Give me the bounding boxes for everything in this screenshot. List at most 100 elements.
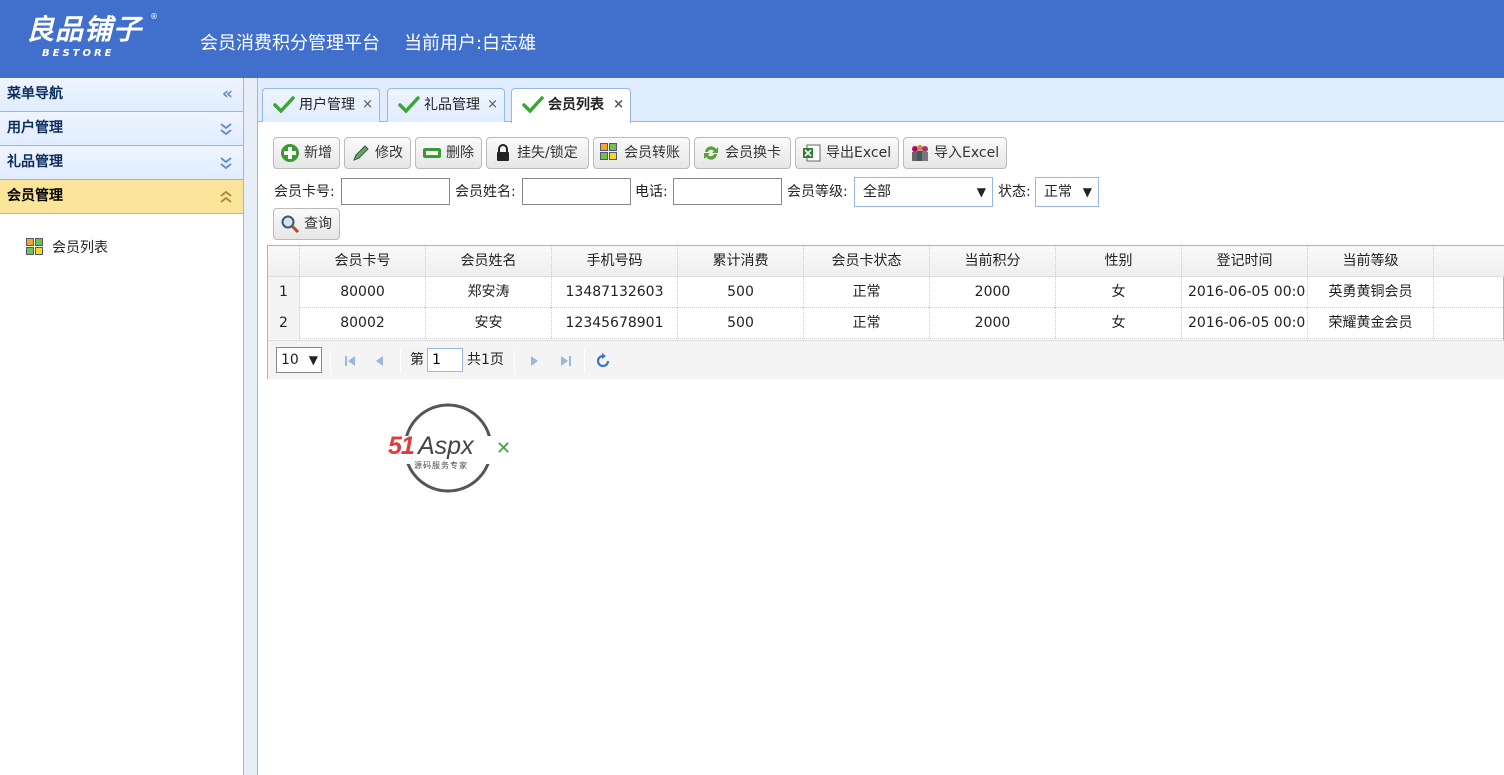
watermark-brand-51: 51 — [388, 432, 415, 460]
table-header: 会员卡号 会员姓名 手机号码 累计消费 会员卡状态 当前积分 性别 登记时间 当… — [268, 246, 1504, 277]
tab-label: 礼品管理 — [424, 97, 480, 113]
close-icon[interactable]: × — [613, 89, 624, 121]
lock-button[interactable]: 挂失/锁定 — [486, 137, 589, 169]
column-header[interactable]: 登记时间 — [1182, 246, 1308, 277]
pager-separator — [330, 349, 331, 373]
column-header[interactable]: 当前积分 — [930, 246, 1056, 277]
column-header[interactable]: 手机号码 — [552, 246, 678, 277]
reload-icon[interactable] — [595, 353, 611, 369]
double-chevron-left-icon[interactable]: « — [222, 78, 233, 111]
pencil-icon — [353, 145, 369, 161]
column-header[interactable]: 累计消费 — [678, 246, 804, 277]
tab-member-list[interactable]: 会员列表 × — [511, 88, 631, 123]
column-header[interactable]: 当前等级 — [1308, 246, 1434, 277]
import-excel-button[interactable]: 导入Excel — [903, 137, 1007, 169]
sidebar-section-users[interactable]: 用户管理 — [0, 112, 243, 146]
sidebar-nav-title-label: 菜单导航 — [7, 86, 63, 102]
column-header[interactable]: 会员卡号 — [300, 246, 426, 277]
minus-icon — [423, 148, 441, 158]
table-cell: 郑安涛 — [426, 277, 552, 308]
table-cell: 500 — [678, 277, 804, 308]
sidebar-item-member-list[interactable]: 会员列表 — [0, 236, 243, 260]
sidebar-nav-title: 菜单导航 « — [0, 78, 243, 112]
phone-input[interactable] — [673, 178, 782, 205]
sidebar: 菜单导航 « 用户管理 礼品管理 会员管理 会员列表 — [0, 78, 244, 775]
page-number-input[interactable] — [427, 348, 463, 372]
refresh-icon — [704, 146, 718, 160]
chevron-down-icon: ▼ — [308, 353, 318, 367]
edit-button[interactable]: 修改 — [344, 137, 411, 169]
logo-registered-mark: ® — [150, 12, 158, 21]
table-cell: 500 — [678, 308, 804, 339]
prev-page-icon[interactable] — [372, 353, 388, 369]
close-icon[interactable]: × — [487, 89, 498, 121]
tab-user-management[interactable]: 用户管理 × — [262, 88, 380, 122]
close-icon[interactable]: × — [362, 89, 373, 121]
table-cell: 13487132603 — [552, 277, 678, 308]
sidebar-item-label: 会员列表 — [52, 240, 108, 256]
pager-separator — [514, 349, 515, 373]
table-cell: 英勇黄铜会员 — [1308, 277, 1434, 308]
sidebar-section-label: 用户管理 — [7, 120, 63, 136]
layout-splitter[interactable] — [244, 78, 258, 775]
transfer-button[interactable]: 会员转账 — [593, 137, 690, 169]
add-button-label: 新增 — [304, 145, 332, 161]
first-page-icon[interactable] — [342, 353, 358, 369]
table-row[interactable]: 2 80002 安安 12345678901 500 正常 2000 女 201… — [268, 308, 1504, 339]
swap-card-button-label: 会员换卡 — [725, 145, 781, 161]
delete-button[interactable]: 删除 — [415, 137, 482, 169]
column-header[interactable]: 性别 — [1056, 246, 1182, 277]
status-select[interactable]: 正常 ▼ — [1035, 177, 1099, 207]
logo-text: 良品铺子 — [26, 13, 143, 46]
grid-icon — [600, 143, 620, 163]
watermark-x-mark: ✕ — [496, 438, 512, 459]
phone-label: 电话: — [635, 184, 668, 200]
transfer-button-label: 会员转账 — [624, 145, 680, 161]
last-page-icon[interactable] — [558, 353, 574, 369]
page-total: 共1页 — [467, 352, 504, 368]
tab-gift-management[interactable]: 礼品管理 × — [387, 88, 505, 122]
table-cell: 安安 — [426, 308, 552, 339]
table-cell: 荣耀黄金会员 — [1308, 308, 1434, 339]
query-button-label: 查询 — [304, 216, 332, 232]
table-cell: 女 — [1056, 308, 1182, 339]
logo-subtitle: BESTORE — [42, 48, 115, 59]
brand-logo: 良品铺子 ® BESTORE — [26, 8, 166, 64]
export-excel-button[interactable]: 导出Excel — [795, 137, 899, 169]
double-chevron-up-icon — [219, 180, 233, 217]
table-cell: 80000 — [300, 277, 426, 308]
sidebar-section-gifts[interactable]: 礼品管理 — [0, 146, 243, 180]
next-page-icon[interactable] — [526, 353, 542, 369]
table-cell: 2000 — [930, 277, 1056, 308]
delete-button-label: 删除 — [446, 145, 474, 161]
column-header[interactable]: 会员姓名 — [426, 246, 552, 277]
card-number-input[interactable] — [341, 178, 450, 205]
add-button[interactable]: 新增 — [273, 137, 340, 169]
excel-icon — [803, 144, 821, 162]
double-chevron-down-icon — [219, 146, 233, 183]
watermark-brand-aspx: Aspx — [418, 432, 474, 460]
page-prefix: 第 — [410, 352, 424, 368]
pager-separator — [400, 349, 401, 373]
double-chevron-down-icon — [219, 112, 233, 149]
member-name-label: 会员姓名: — [455, 184, 516, 200]
lock-icon — [497, 144, 509, 161]
tab-bar: 用户管理 × 礼品管理 × 会员列表 × — [258, 78, 1504, 123]
page-size-select[interactable]: 10 ▼ — [276, 347, 322, 373]
sidebar-section-members[interactable]: 会员管理 — [0, 180, 243, 214]
grid-icon — [26, 238, 44, 256]
lock-button-label: 挂失/锁定 — [517, 145, 578, 161]
app-header: 良品铺子 ® BESTORE 会员消费积分管理平台 当前用户:白志雄 — [0, 0, 1504, 78]
query-button[interactable]: 查询 — [273, 208, 340, 240]
member-level-select[interactable]: 全部 ▼ — [854, 177, 993, 207]
pager-separator — [584, 349, 585, 373]
swap-card-button[interactable]: 会员换卡 — [694, 137, 791, 169]
chevron-down-icon: ▼ — [976, 185, 986, 199]
table-cell: 12345678901 — [552, 308, 678, 339]
member-name-input[interactable] — [522, 178, 631, 205]
check-icon — [522, 96, 544, 114]
edit-button-label: 修改 — [375, 145, 403, 161]
column-header[interactable]: 会员卡状态 — [804, 246, 930, 277]
platform-title: 会员消费积分管理平台 — [200, 33, 380, 54]
table-row[interactable]: 1 80000 郑安涛 13487132603 500 正常 2000 女 20… — [268, 277, 1504, 308]
